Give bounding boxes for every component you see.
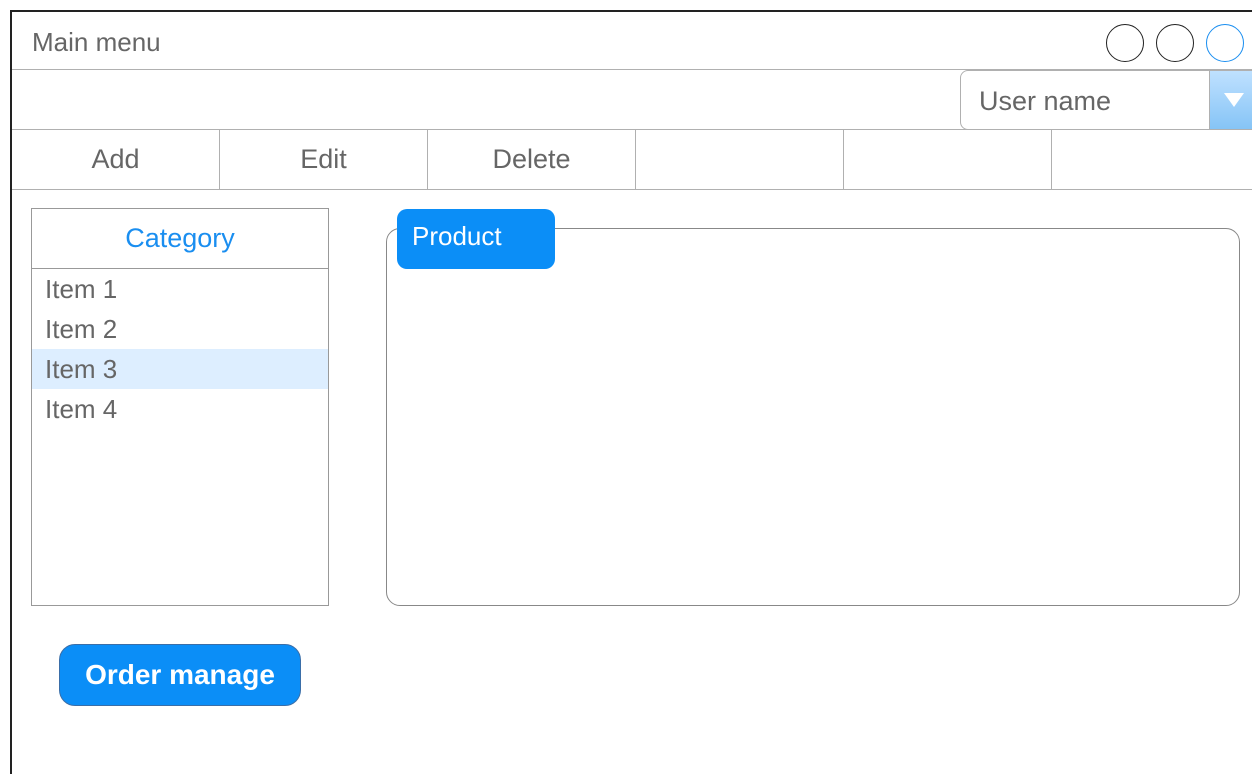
toolbar-empty-button[interactable]: [636, 130, 844, 189]
edit-button[interactable]: Edit: [220, 130, 428, 189]
list-item-selected[interactable]: Item 3: [32, 349, 328, 389]
chevron-down-icon: [1224, 93, 1244, 107]
window-title: Main menu: [32, 27, 161, 57]
user-name-dropdown[interactable]: User name: [960, 70, 1252, 130]
title-bar: Main menu: [12, 12, 1252, 70]
category-list: Category Item 1 Item 2 Item 3 Item 4: [31, 208, 329, 606]
product-panel-label: Product: [397, 209, 555, 269]
minimize-button[interactable]: [1106, 24, 1144, 62]
product-panel: [386, 228, 1240, 606]
user-bar: User name: [12, 70, 1252, 130]
delete-button[interactable]: Delete: [428, 130, 636, 189]
main-window: Main menu User name Add Edit Delete Cate…: [10, 10, 1252, 774]
list-item[interactable]: Item 4: [32, 389, 328, 429]
dropdown-toggle[interactable]: [1209, 71, 1252, 129]
order-manage-button[interactable]: Order manage: [59, 644, 301, 706]
user-name-value: User name: [979, 86, 1112, 116]
maximize-button[interactable]: [1156, 24, 1194, 62]
close-button[interactable]: [1206, 24, 1244, 62]
toolbar: Add Edit Delete: [12, 130, 1252, 190]
list-item[interactable]: Item 2: [32, 309, 328, 349]
list-item[interactable]: Item 1: [32, 269, 328, 309]
add-button[interactable]: Add: [12, 130, 220, 189]
toolbar-empty-button[interactable]: [844, 130, 1052, 189]
toolbar-empty-button[interactable]: [1052, 130, 1252, 189]
category-header: Category: [32, 209, 328, 269]
